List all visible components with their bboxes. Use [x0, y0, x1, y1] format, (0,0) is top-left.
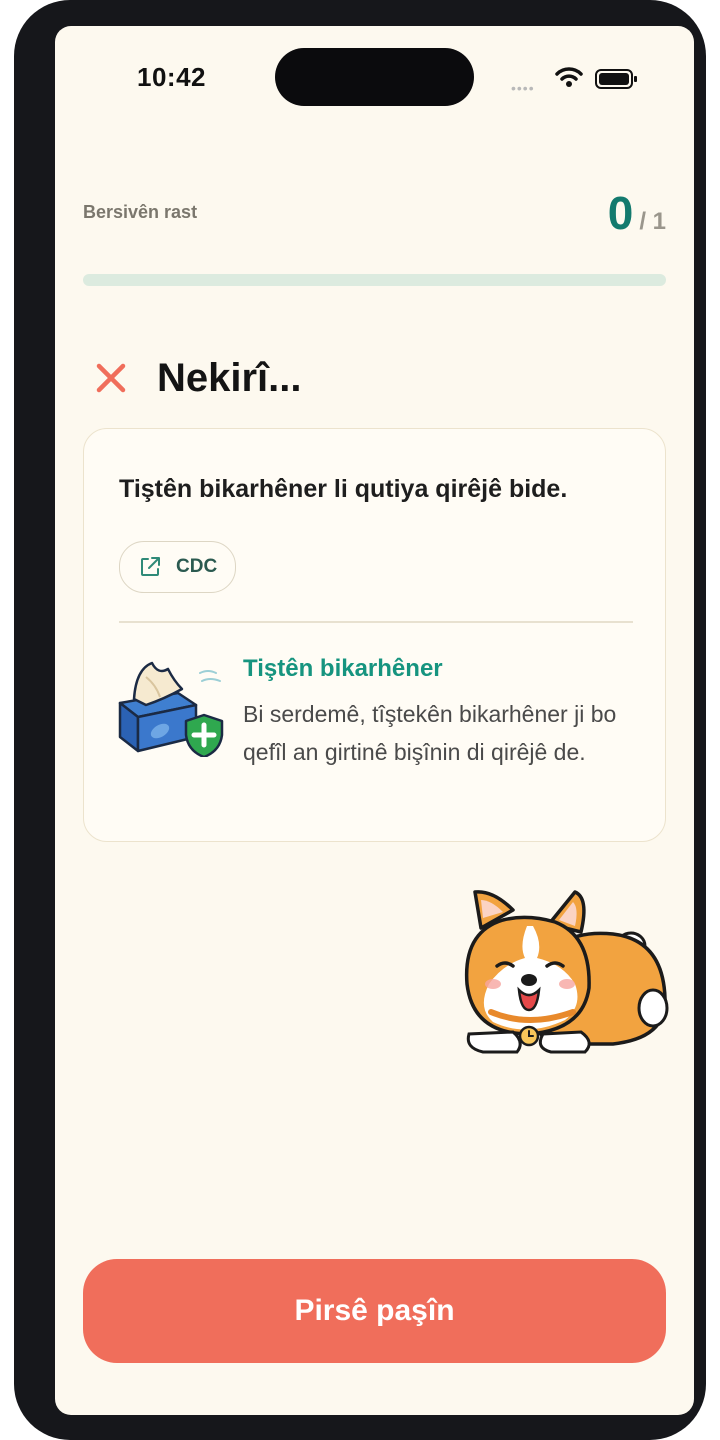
- fact-title: Tiştên bikarhêner: [243, 655, 443, 682]
- score-total: / 1: [639, 208, 666, 235]
- phone-frame: 10:42 •••• Bersivên rast 0/ 1 Nekirî... …: [14, 0, 706, 1440]
- tissue-box-shield-icon: [118, 661, 224, 757]
- result-title: Nekirî...: [157, 355, 302, 400]
- next-question-button[interactable]: Pirsê paşîn: [83, 1259, 666, 1363]
- score-label: Bersivên rast: [83, 202, 198, 222]
- question-text: Tiştên bikarhêner li qutiya qirêjê bide.: [119, 475, 568, 503]
- dynamic-island: [275, 48, 474, 106]
- wifi-icon: [555, 67, 583, 87]
- score-correct: 0: [607, 187, 634, 239]
- fact-body: Bi serdemê, tîştekên bikarhêner ji bo qe…: [243, 701, 617, 765]
- close-icon: [96, 363, 126, 393]
- card-divider: [119, 621, 633, 623]
- battery-icon: [595, 69, 637, 89]
- result-row: Nekirî...: [95, 356, 302, 400]
- cellular-signal-icon: ••••: [511, 80, 535, 96]
- external-link-icon: [141, 557, 160, 576]
- progress-bar: [83, 274, 666, 286]
- answer-card: Tiştên bikarhêner li qutiya qirêjê bide.…: [83, 428, 666, 842]
- status-time: 10:42: [137, 62, 206, 92]
- corgi-mascot-icon: [464, 890, 669, 1054]
- next-question-label: Pirsê paşîn: [294, 1294, 455, 1327]
- source-label: CDC: [176, 556, 218, 577]
- source-link-button[interactable]: CDC: [119, 541, 237, 593]
- app-screen: 10:42 •••• Bersivên rast 0/ 1 Nekirî... …: [55, 26, 694, 1415]
- status-icons: ••••: [511, 66, 641, 96]
- score-counter: 0/ 1: [608, 186, 666, 242]
